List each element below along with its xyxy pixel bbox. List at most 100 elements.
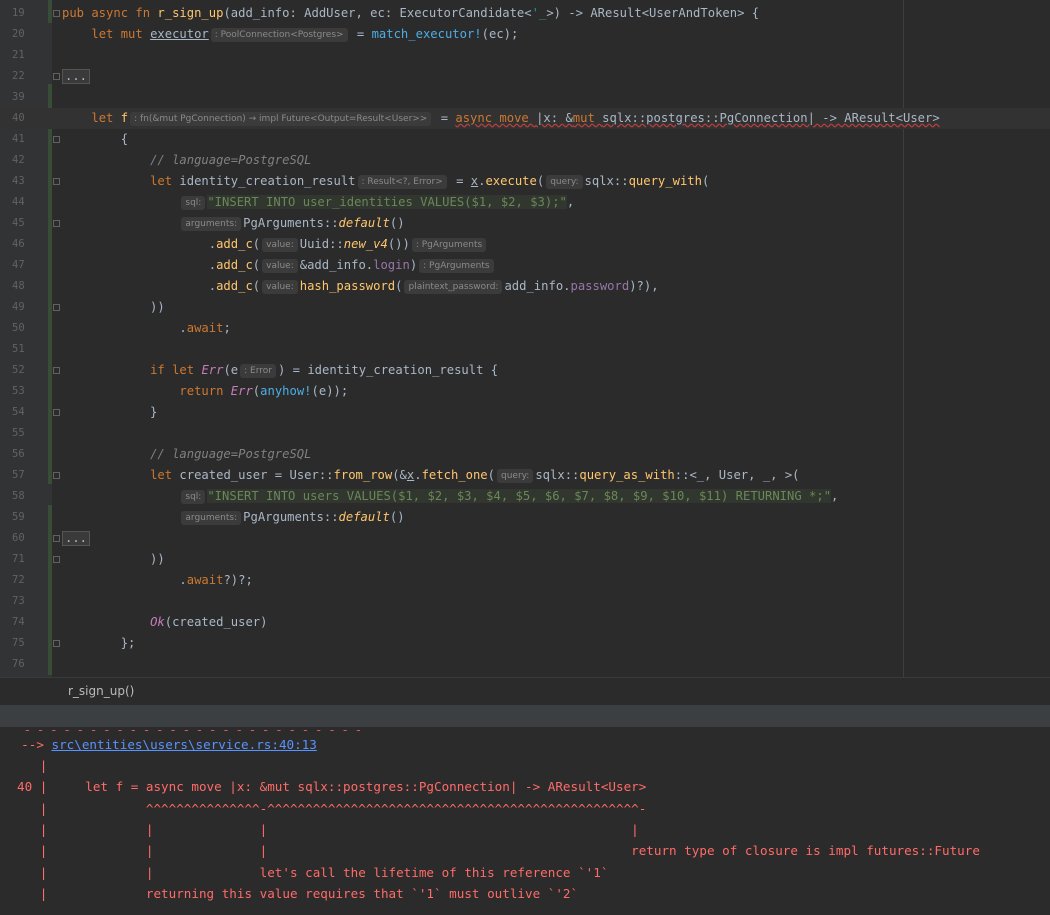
code-line[interactable]: 56 // language=PostgreSQL: [0, 444, 1050, 465]
code-line[interactable]: 76: [0, 654, 1050, 675]
fold-marker-icon[interactable]: [53, 409, 60, 416]
code-text[interactable]: // language=PostgreSQL: [62, 444, 311, 465]
line-number[interactable]: 52: [12, 360, 36, 381]
fold-marker-icon[interactable]: [53, 367, 60, 374]
code-line[interactable]: 52 if let Err(e: Error) = identity_creat…: [0, 360, 1050, 381]
code-line[interactable]: 58 sql: "INSERT INTO users VALUES($1, $2,…: [0, 486, 1050, 507]
line-number[interactable]: 19: [12, 3, 36, 24]
code-line[interactable]: 72 .await?)?;: [0, 570, 1050, 591]
fold-marker-icon[interactable]: [53, 640, 60, 647]
breadcrumb-function[interactable]: r_sign_up(): [68, 684, 134, 698]
code-line[interactable]: 71 )): [0, 549, 1050, 570]
code-text[interactable]: sql: "INSERT INTO user_identities VALUES(…: [62, 192, 574, 213]
code-text[interactable]: let mut executor: PoolConnection<Postgre…: [62, 24, 518, 45]
code-line[interactable]: 44 sql: "INSERT INTO user_identities VALU…: [0, 192, 1050, 213]
code-text[interactable]: let created_user = User::from_row(&x.fet…: [62, 465, 800, 486]
code-text[interactable]: ...: [62, 528, 91, 549]
code-line[interactable]: 41 {: [0, 129, 1050, 150]
code-line[interactable]: 60...: [0, 528, 1050, 549]
line-number[interactable]: 53: [12, 381, 36, 402]
code-text[interactable]: Ok(created_user): [62, 612, 267, 633]
code-text[interactable]: .add_c(value: Uuid::new_v4()): PgArgument…: [62, 234, 488, 255]
line-number[interactable]: 72: [12, 570, 36, 591]
code-line[interactable]: 45 arguments: PgArguments::default(): [0, 213, 1050, 234]
code-text[interactable]: };: [62, 633, 136, 654]
line-number[interactable]: 51: [12, 339, 36, 360]
code-text[interactable]: sql: "INSERT INTO users VALUES($1, $2, $3…: [62, 486, 838, 507]
line-number[interactable]: 54: [12, 402, 36, 423]
fold-marker-icon[interactable]: [53, 10, 60, 17]
line-number[interactable]: 60: [12, 528, 36, 549]
fold-marker-icon[interactable]: [53, 220, 60, 227]
fold-marker-icon[interactable]: [53, 73, 60, 80]
code-line[interactable]: 55: [0, 423, 1050, 444]
fold-marker-icon[interactable]: [53, 535, 60, 542]
panel-divider[interactable]: [0, 705, 1050, 727]
code-text[interactable]: )): [62, 297, 165, 318]
line-number[interactable]: 56: [12, 444, 36, 465]
fold-marker-icon[interactable]: [53, 304, 60, 311]
line-number[interactable]: 46: [12, 234, 36, 255]
fold-marker-icon[interactable]: [53, 178, 60, 185]
code-text[interactable]: arguments: PgArguments::default(): [62, 213, 405, 234]
code-text[interactable]: .add_c(value: &add_info.login): PgArgumen…: [62, 255, 496, 276]
code-line[interactable]: 39: [0, 87, 1050, 108]
code-text[interactable]: return Err(anyhow!(e));: [62, 381, 348, 402]
line-number[interactable]: 40: [12, 108, 36, 129]
code-line[interactable]: 74 Ok(created_user): [0, 612, 1050, 633]
code-text[interactable]: )): [62, 549, 165, 570]
line-number[interactable]: 58: [12, 486, 36, 507]
code-line[interactable]: 48 .add_c(value: hash_password(plaintext_…: [0, 276, 1050, 297]
code-line[interactable]: 40 let f: fn(&mut PgConnection) → impl F…: [0, 108, 1050, 129]
line-number[interactable]: 39: [12, 87, 36, 108]
line-number[interactable]: 20: [12, 24, 36, 45]
code-line[interactable]: 59 arguments: PgArguments::default(): [0, 507, 1050, 528]
line-number[interactable]: 73: [12, 591, 36, 612]
line-number[interactable]: 49: [12, 297, 36, 318]
fold-marker-icon[interactable]: [53, 556, 60, 563]
line-number[interactable]: 21: [12, 45, 36, 66]
line-number[interactable]: 57: [12, 465, 36, 486]
code-line[interactable]: 53 return Err(anyhow!(e));: [0, 381, 1050, 402]
code-text[interactable]: .await;: [62, 318, 230, 339]
code-line[interactable]: 20 let mut executor: PoolConnection<Post…: [0, 24, 1050, 45]
fold-marker-icon[interactable]: [53, 472, 60, 479]
code-line[interactable]: 21: [0, 45, 1050, 66]
code-text[interactable]: {: [62, 129, 128, 150]
line-number[interactable]: 59: [12, 507, 36, 528]
code-text[interactable]: arguments: PgArguments::default(): [62, 507, 405, 528]
code-line[interactable]: 50 .await;: [0, 318, 1050, 339]
fold-marker-icon[interactable]: [53, 136, 60, 143]
code-line[interactable]: 43 let identity_creation_result: Result<…: [0, 171, 1050, 192]
code-text[interactable]: let identity_creation_result: Result<?, …: [62, 171, 709, 192]
error-source-link[interactable]: src\entities\users\service.rs:40:13: [52, 737, 317, 752]
line-number[interactable]: 76: [12, 654, 36, 675]
line-number[interactable]: 55: [12, 423, 36, 444]
code-line[interactable]: 42 // language=PostgreSQL: [0, 150, 1050, 171]
line-number[interactable]: 47: [12, 255, 36, 276]
line-number[interactable]: 71: [12, 549, 36, 570]
code-text[interactable]: .await?)?;: [62, 570, 252, 591]
line-number[interactable]: 45: [12, 213, 36, 234]
code-line[interactable]: 75 };: [0, 633, 1050, 654]
code-line[interactable]: 51: [0, 339, 1050, 360]
code-line[interactable]: 47 .add_c(value: &add_info.login): PgArgu…: [0, 255, 1050, 276]
line-number[interactable]: 75: [12, 633, 36, 654]
line-number[interactable]: 74: [12, 612, 36, 633]
line-number[interactable]: 43: [12, 171, 36, 192]
code-text[interactable]: }: [62, 402, 157, 423]
line-number[interactable]: 48: [12, 276, 36, 297]
code-text[interactable]: let f: fn(&mut PgConnection) → impl Futu…: [62, 108, 940, 129]
line-number[interactable]: 41: [12, 129, 36, 150]
line-number[interactable]: 42: [12, 150, 36, 171]
line-number[interactable]: 44: [12, 192, 36, 213]
code-line[interactable]: 57 let created_user = User::from_row(&x.…: [0, 465, 1050, 486]
line-number[interactable]: 50: [12, 318, 36, 339]
code-line[interactable]: 54 }: [0, 402, 1050, 423]
code-text[interactable]: pub async fn r_sign_up(add_info: AddUser…: [62, 3, 759, 24]
code-text[interactable]: // language=PostgreSQL: [62, 150, 311, 171]
code-line[interactable]: 19 pub async fn r_sign_up(add_info: AddUs…: [0, 3, 1050, 24]
code-text[interactable]: ...: [62, 66, 91, 87]
code-line[interactable]: 73: [0, 591, 1050, 612]
code-line[interactable]: 22...: [0, 66, 1050, 87]
